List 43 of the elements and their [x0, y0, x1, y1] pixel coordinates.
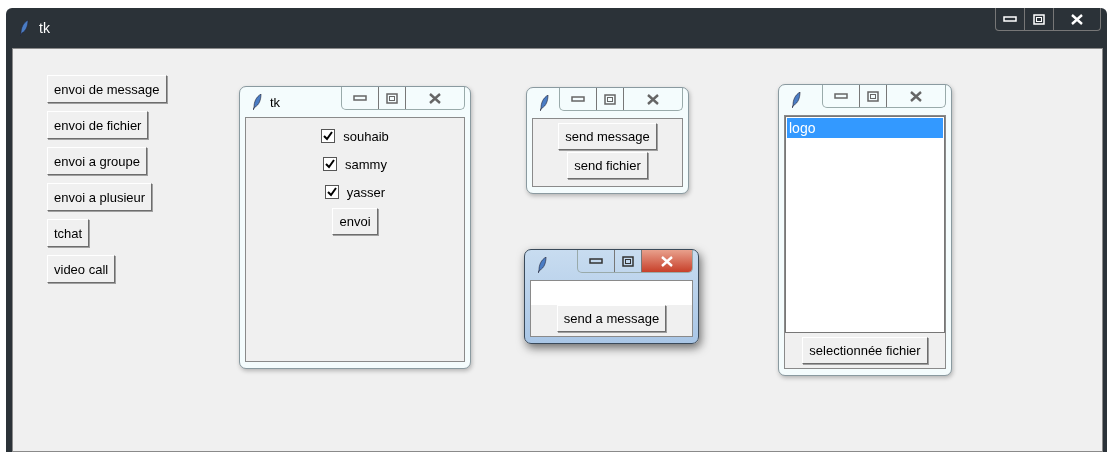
feather-icon: [540, 95, 549, 111]
minimize-icon: [1003, 16, 1017, 22]
minimize-icon: [571, 96, 585, 102]
menu-button[interactable]: envoi de message: [47, 75, 167, 103]
check-icon: [325, 159, 336, 169]
check-icon: [323, 131, 334, 141]
send-button[interactable]: send message: [558, 123, 657, 150]
close-icon: [647, 93, 659, 105]
menu-button[interactable]: envoi a plusieur: [47, 183, 153, 211]
menu-button[interactable]: tchat: [47, 219, 90, 247]
minimize-icon: [589, 258, 603, 264]
checkbox[interactable]: [321, 129, 336, 143]
window-title: tk: [39, 20, 51, 36]
check-icon: [326, 187, 337, 197]
minimize-icon: [834, 93, 848, 99]
dialog-title: tk: [270, 94, 282, 110]
send-button[interactable]: envoi: [332, 208, 378, 235]
menu-button[interactable]: envoi de fichier: [47, 111, 149, 139]
checkbox-label: souhaib: [343, 128, 389, 144]
maximize-icon: [386, 92, 398, 104]
close-icon: [429, 92, 441, 104]
maximize-icon: [867, 90, 879, 102]
feather-icon: [792, 92, 801, 108]
checkbox-label: yasser: [346, 184, 386, 200]
maximize-icon: [622, 255, 634, 267]
message-input[interactable]: [531, 281, 692, 305]
close-icon: [910, 90, 922, 102]
select-file-button[interactable]: selectionnée fichier: [802, 337, 928, 364]
menu-button[interactable]: video call: [47, 255, 116, 283]
close-icon: [661, 255, 673, 267]
send-button[interactable]: send fichier: [567, 152, 648, 179]
checkbox[interactable]: [323, 157, 338, 171]
menu-button[interactable]: envoi a groupe: [47, 147, 147, 175]
feather-icon: [253, 94, 262, 110]
maximize-icon: [604, 93, 616, 105]
maximize-icon: [1033, 13, 1045, 25]
close-icon: [1071, 13, 1083, 25]
feather-icon: [538, 257, 547, 273]
minimize-icon: [353, 95, 367, 101]
checkbox-label: sammy: [345, 156, 387, 172]
send-button[interactable]: send a message: [556, 305, 667, 332]
checkbox[interactable]: [324, 185, 339, 199]
feather-icon: [20, 20, 29, 36]
